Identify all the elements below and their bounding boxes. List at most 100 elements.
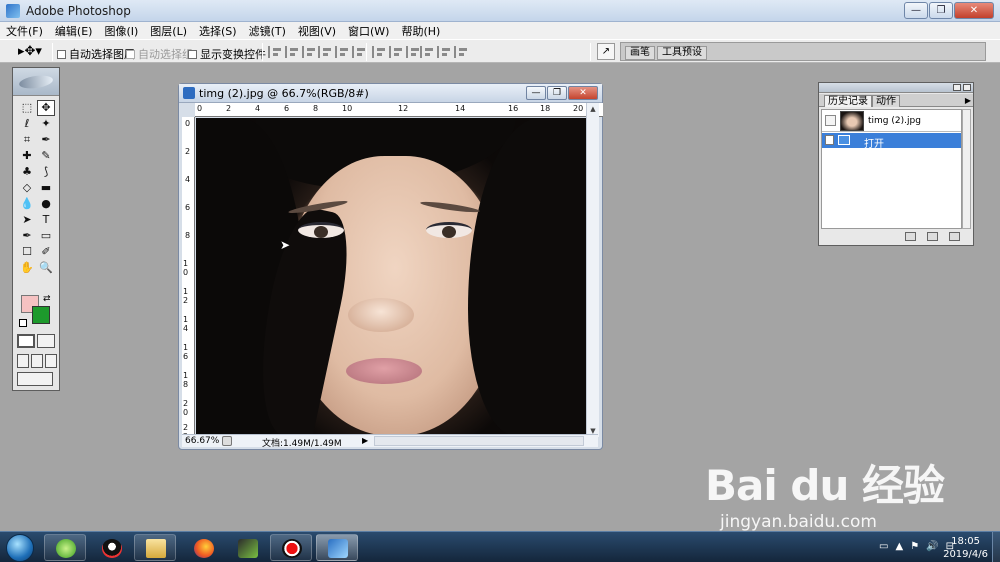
distribute-left-icon[interactable]	[420, 46, 434, 58]
minimize-button[interactable]: —	[904, 2, 928, 19]
panel-menu-arrow-icon[interactable]: ▶	[965, 96, 971, 105]
menu-filter[interactable]: 滤镜(T)	[249, 23, 286, 39]
menu-image[interactable]: 图像(I)	[104, 23, 138, 39]
slice-tool-icon[interactable]: ✒	[37, 132, 55, 148]
jump-to-imageready-button[interactable]	[17, 372, 53, 386]
horizontal-scrollbar[interactable]	[374, 436, 584, 446]
eyedropper-tool-icon[interactable]: ✐	[37, 244, 55, 260]
blur-tool-icon[interactable]: 💧	[18, 196, 36, 212]
volume-icon[interactable]: 🔊	[926, 541, 938, 552]
panel-close-icon[interactable]	[963, 84, 971, 91]
distribute-top-icon[interactable]	[372, 46, 386, 58]
tab-actions[interactable]: 动作	[872, 95, 900, 107]
menu-view[interactable]: 视图(V)	[298, 23, 336, 39]
quick-mask-mode-button[interactable]	[37, 334, 55, 348]
rectangle-tool-icon[interactable]: ▭	[37, 228, 55, 244]
status-menu-arrow-icon[interactable]: ▶	[362, 436, 368, 445]
crop-tool-icon[interactable]: ⌗	[18, 132, 36, 148]
align-left-icon[interactable]	[318, 46, 332, 58]
image-canvas[interactable]: ➤	[196, 118, 588, 436]
eraser-tool-icon[interactable]: ◇	[18, 180, 36, 196]
align-vcenter-icon[interactable]	[285, 46, 299, 58]
history-snapshot[interactable]: timg (2).jpg	[822, 110, 961, 132]
doc-restore-button[interactable]: ❐	[547, 86, 567, 100]
show-transform-controls-checkbox[interactable]: 显示变换控件	[188, 46, 266, 62]
history-brush-source-icon[interactable]	[825, 115, 836, 126]
restore-button[interactable]: ❐	[929, 2, 953, 19]
default-colors-icon[interactable]	[19, 319, 27, 327]
doc-close-button[interactable]: ✕	[568, 86, 598, 100]
auto-select-group-checkbox[interactable]: 自动选择组	[126, 46, 193, 62]
menu-layer[interactable]: 图层(L)	[150, 23, 187, 39]
screen-mode-full-button[interactable]	[45, 354, 57, 368]
close-button[interactable]: ✕	[954, 2, 994, 19]
healing-brush-tool-icon[interactable]: ✚	[18, 148, 36, 164]
align-bottom-icon[interactable]	[302, 46, 316, 58]
tray-expand-icon[interactable]: ▲	[895, 541, 903, 552]
align-hcenter-icon[interactable]	[335, 46, 349, 58]
move-tool-icon[interactable]: ✥	[37, 100, 55, 116]
start-button[interactable]	[6, 534, 34, 562]
taskbar-app-explorer[interactable]	[134, 534, 176, 561]
zoom-tool-icon[interactable]: 🔍	[37, 260, 55, 276]
swap-colors-icon[interactable]: ⇄	[43, 294, 51, 304]
auto-select-layer-checkbox[interactable]: 自动选择图层	[57, 46, 135, 62]
new-document-from-state-icon[interactable]	[905, 232, 916, 241]
doc-minimize-button[interactable]: —	[526, 86, 546, 100]
taskbar-app-photoshop[interactable]	[316, 534, 358, 561]
well-tab-brushes[interactable]: 画笔	[625, 46, 655, 60]
align-right-icon[interactable]	[352, 46, 366, 58]
panel-title-strip[interactable]	[819, 83, 973, 93]
magic-wand-tool-icon[interactable]: ✦	[37, 116, 55, 132]
tool-preset-picker[interactable]: ▸✥▾	[18, 44, 42, 59]
taskbar-app-media[interactable]	[226, 534, 268, 561]
menu-help[interactable]: 帮助(H)	[401, 23, 440, 39]
align-top-icon[interactable]	[268, 46, 282, 58]
taskbar-app-qq[interactable]	[90, 534, 132, 561]
vertical-ruler[interactable]: 0 2 4 6 8 1 0 1 2 1 4 1 6 1 8 2 0 2 2	[182, 117, 195, 441]
panel-minimize-icon[interactable]	[953, 84, 961, 91]
vertical-scrollbar[interactable]: ▲ ▼	[586, 103, 599, 437]
taskbar-app-recorder[interactable]	[270, 534, 312, 561]
history-scrollbar[interactable]	[962, 109, 971, 229]
menu-edit[interactable]: 编辑(E)	[55, 23, 93, 39]
notes-tool-icon[interactable]: ☐	[18, 244, 36, 260]
taskbar-clock[interactable]: 18:05 2019/4/6	[943, 535, 988, 561]
toolbox-header[interactable]	[13, 68, 59, 96]
hand-tool-icon[interactable]: ✋	[18, 260, 36, 276]
horizontal-ruler[interactable]: 0 2 4 6 8 10 12 14 16 18 20	[195, 103, 603, 117]
history-state-open[interactable]: 打开	[822, 133, 961, 150]
marquee-tool-icon[interactable]: ⬚	[18, 100, 36, 116]
keyboard-icon[interactable]: ▭	[879, 541, 888, 552]
distribute-bottom-icon[interactable]	[406, 46, 420, 58]
screen-mode-standard-button[interactable]	[17, 354, 29, 368]
zoom-level-field[interactable]: 66.67%	[185, 436, 219, 446]
delete-state-icon[interactable]	[949, 232, 960, 241]
lasso-tool-icon[interactable]: ℓ	[18, 116, 36, 132]
go-to-bridge-button[interactable]: ↗	[597, 43, 615, 60]
distribute-right-icon[interactable]	[454, 46, 468, 58]
well-tab-tool-presets[interactable]: 工具预设	[657, 46, 707, 60]
type-tool-icon[interactable]: T	[37, 212, 55, 228]
action-center-flag-icon[interactable]: ⚑	[910, 541, 919, 552]
history-brush-source-icon[interactable]	[825, 135, 834, 145]
distribute-hcenter-icon[interactable]	[437, 46, 451, 58]
dodge-tool-icon[interactable]: ●	[37, 196, 55, 212]
background-color-swatch[interactable]	[32, 306, 50, 324]
clone-stamp-tool-icon[interactable]: ♣	[18, 164, 36, 180]
document-title-bar[interactable]: timg (2).jpg @ 66.7%(RGB/8#) — ❐ ✕	[179, 84, 602, 103]
menu-file[interactable]: 文件(F)	[6, 23, 43, 39]
gradient-tool-icon[interactable]: ▬	[37, 180, 55, 196]
pen-tool-icon[interactable]: ✒	[18, 228, 36, 244]
taskbar-app-firefox[interactable]	[182, 534, 224, 561]
scroll-up-arrow-icon[interactable]: ▲	[587, 103, 599, 115]
tab-history[interactable]: 历史记录	[824, 95, 872, 107]
status-info-icon[interactable]	[222, 436, 232, 446]
standard-mode-button[interactable]	[17, 334, 35, 348]
new-snapshot-icon[interactable]	[927, 232, 938, 241]
path-selection-tool-icon[interactable]: ➤	[18, 212, 36, 228]
brush-tool-icon[interactable]: ✎	[37, 148, 55, 164]
screen-mode-full-menu-button[interactable]	[31, 354, 43, 368]
taskbar-app-360[interactable]	[44, 534, 86, 561]
show-desktop-button[interactable]	[992, 532, 1000, 562]
